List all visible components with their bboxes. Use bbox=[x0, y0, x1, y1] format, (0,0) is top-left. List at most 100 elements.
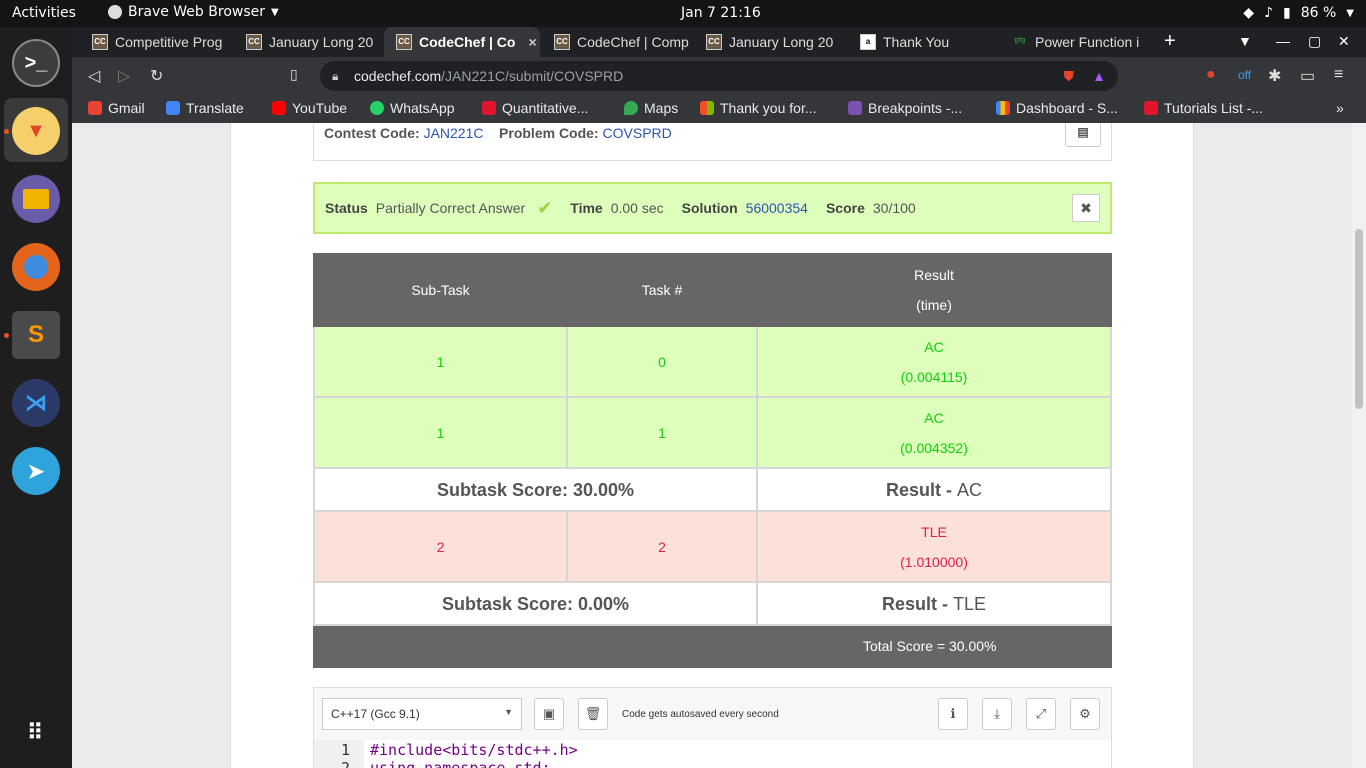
solution-link[interactable]: 56000354 bbox=[746, 200, 808, 216]
puzzle-extensions-icon[interactable]: ✱ bbox=[1268, 66, 1281, 86]
reload-icon[interactable]: ↻ bbox=[150, 66, 163, 86]
check-icon: ✔ bbox=[537, 197, 553, 218]
terminal-icon[interactable]: >_ bbox=[12, 39, 60, 87]
subtask-result-label: Result - bbox=[881, 593, 948, 614]
brave-rewards-icon[interactable]: ▲ bbox=[1092, 61, 1106, 91]
tab-thank-you[interactable]: a Thank You bbox=[848, 27, 1000, 57]
result-time: (1.010000) bbox=[900, 553, 968, 570]
task-cell: 2 bbox=[566, 510, 758, 583]
bookmark-translate[interactable]: Translate bbox=[166, 100, 244, 116]
files-icon[interactable] bbox=[12, 175, 60, 223]
new-tab-icon[interactable]: + bbox=[1164, 30, 1176, 53]
problem-statement-button[interactable]: ▤ bbox=[1065, 123, 1101, 147]
forward-icon[interactable]: ▷ bbox=[118, 66, 130, 86]
result-cell: TLE (1.010000) bbox=[756, 510, 1112, 583]
task-cell: 1 bbox=[566, 396, 758, 469]
more-bookmarks-icon[interactable]: » bbox=[1336, 100, 1344, 116]
url-domain: codechef.com bbox=[354, 68, 442, 84]
bookmark-label: WhatsApp bbox=[390, 100, 455, 116]
tab-power-function[interactable]: gfg Power Function i bbox=[1000, 27, 1152, 57]
bookmark-dashboard[interactable]: Dashboard - S... bbox=[996, 100, 1118, 116]
status-label: Status bbox=[325, 200, 368, 216]
fullscreen-icon[interactable]: ⤢ bbox=[1026, 698, 1056, 730]
contest-code-label: Contest Code: bbox=[324, 125, 420, 141]
telegram-icon[interactable]: ➤ bbox=[12, 447, 60, 495]
system-tray[interactable]: ◆ ♪ ▮ 86 % ▼ bbox=[1243, 5, 1354, 21]
minimize-icon[interactable]: — bbox=[1276, 33, 1290, 49]
tab-search-icon[interactable]: ▼ bbox=[1238, 33, 1252, 49]
info-icon[interactable]: ℹ bbox=[938, 698, 968, 730]
clock[interactable]: Jan 7 21:16 bbox=[681, 5, 761, 21]
subtask-score-row: Subtask Score: 0.00% Result - TLE bbox=[313, 581, 1112, 626]
tab-january-long-1[interactable]: CC January Long 20 bbox=[234, 27, 386, 57]
firefox-icon[interactable] bbox=[12, 243, 60, 291]
page-scrollbar[interactable] bbox=[1352, 123, 1366, 768]
back-icon[interactable]: ◁ bbox=[88, 66, 100, 86]
trash-icon[interactable]: 🗑︎ bbox=[578, 698, 608, 730]
subtask-cell: 2 bbox=[313, 510, 568, 583]
bookmark-icon[interactable]: ▯ bbox=[290, 66, 298, 83]
bookmark-youtube[interactable]: YouTube bbox=[272, 100, 347, 116]
result-header: Result (time) bbox=[756, 253, 1112, 327]
show-apps-icon[interactable]: ⠿ bbox=[12, 709, 60, 757]
bookmark-label: Maps bbox=[644, 100, 679, 116]
result-time: (0.004352) bbox=[900, 439, 968, 456]
bookmark-label: Quantitative... bbox=[502, 100, 589, 116]
maps-pin-icon bbox=[624, 101, 638, 115]
extension-icon[interactable]: ● bbox=[1206, 66, 1216, 84]
problem-code-link[interactable]: COVSPRD bbox=[603, 125, 672, 141]
geeksforgeeks-favicon-icon: gfg bbox=[1012, 34, 1028, 50]
bookmark-label: Dashboard - S... bbox=[1016, 100, 1118, 116]
close-tab-icon[interactable]: × bbox=[528, 34, 536, 50]
subtask-header: Sub-Task bbox=[313, 253, 568, 327]
bookmark-thank-you[interactable]: Thank you for... bbox=[700, 100, 817, 116]
extension-off-icon[interactable]: off bbox=[1238, 68, 1251, 82]
contest-code-link[interactable]: JAN221C bbox=[424, 125, 484, 141]
tab-codechef-comp[interactable]: CC CodeChef | Comp bbox=[542, 27, 694, 57]
download-icon[interactable]: ⤓ bbox=[982, 698, 1012, 730]
app-menu[interactable]: Brave Web Browser ▼ bbox=[108, 4, 279, 20]
wallet-icon[interactable]: ▭ bbox=[1300, 66, 1315, 86]
subtask-score-row: Subtask Score: 30.00% Result - AC bbox=[313, 467, 1112, 512]
problem-code-label: Problem Code: bbox=[499, 125, 599, 141]
autosave-note: Code gets autosaved every second bbox=[622, 709, 779, 720]
sublime-text-icon[interactable]: S bbox=[12, 311, 60, 359]
bookmark-label: Gmail bbox=[108, 100, 145, 116]
scrollbar-thumb[interactable] bbox=[1355, 229, 1363, 409]
submission-page: Contest Code: JAN221C Problem Code: COVS… bbox=[230, 123, 1194, 768]
bootstrap-icon bbox=[848, 101, 862, 115]
chevron-down-icon: ▼ bbox=[1346, 7, 1354, 19]
save-icon[interactable]: ▣ bbox=[534, 698, 564, 730]
tab-label: Power Function i bbox=[1035, 34, 1140, 50]
brave-browser-icon[interactable]: ▼ bbox=[12, 107, 60, 155]
result-header-sub: (time) bbox=[916, 297, 952, 313]
close-icon[interactable]: ✖ bbox=[1072, 194, 1100, 222]
bookmark-maps[interactable]: Maps bbox=[624, 100, 678, 116]
address-bar[interactable]: 🔒︎ codechef.com/JAN221C/submit/COVSPRD ⛊… bbox=[320, 61, 1118, 91]
close-window-icon[interactable]: ✕ bbox=[1338, 33, 1350, 50]
bookmark-gmail[interactable]: Gmail bbox=[88, 100, 145, 116]
tab-january-long-2[interactable]: CC January Long 20 bbox=[694, 27, 846, 57]
bookmark-breakpoints[interactable]: Breakpoints -... bbox=[848, 100, 962, 116]
settings-gear-icon[interactable]: ⚙ bbox=[1070, 698, 1100, 730]
bookmark-quantitative[interactable]: Quantitative... bbox=[482, 100, 588, 116]
running-indicator bbox=[4, 129, 9, 134]
code-area[interactable]: 1 2 #include<bits/stdc++.h> using namesp… bbox=[314, 740, 1111, 768]
tab-competitive-programming[interactable]: CC Competitive Prog bbox=[80, 27, 232, 57]
gmail-icon bbox=[88, 101, 102, 115]
brave-shields-icon[interactable]: ⛊ bbox=[1064, 61, 1075, 91]
maximize-icon[interactable]: ▢ bbox=[1308, 33, 1321, 50]
tab-codechef-active[interactable]: CC CodeChef | Co × bbox=[384, 27, 540, 57]
total-score: Total Score = 30.00% bbox=[863, 638, 997, 654]
bookmark-tutorials-list[interactable]: Tutorials List -... bbox=[1144, 100, 1263, 116]
language-select[interactable]: C++17 (Gcc 9.1) ▼ bbox=[322, 698, 522, 730]
activities-button[interactable]: Activities bbox=[12, 5, 76, 21]
vscode-icon[interactable]: ⋊ bbox=[12, 379, 60, 427]
table-row: 1 0 AC (0.004115) bbox=[313, 325, 1112, 398]
brave-icon bbox=[108, 5, 122, 19]
translate-icon bbox=[166, 101, 180, 115]
menu-icon[interactable]: ≡ bbox=[1334, 66, 1343, 84]
microsoft-icon bbox=[700, 101, 714, 115]
bookmark-whatsapp[interactable]: WhatsApp bbox=[370, 100, 455, 116]
line-gutter: 1 2 bbox=[314, 740, 364, 768]
